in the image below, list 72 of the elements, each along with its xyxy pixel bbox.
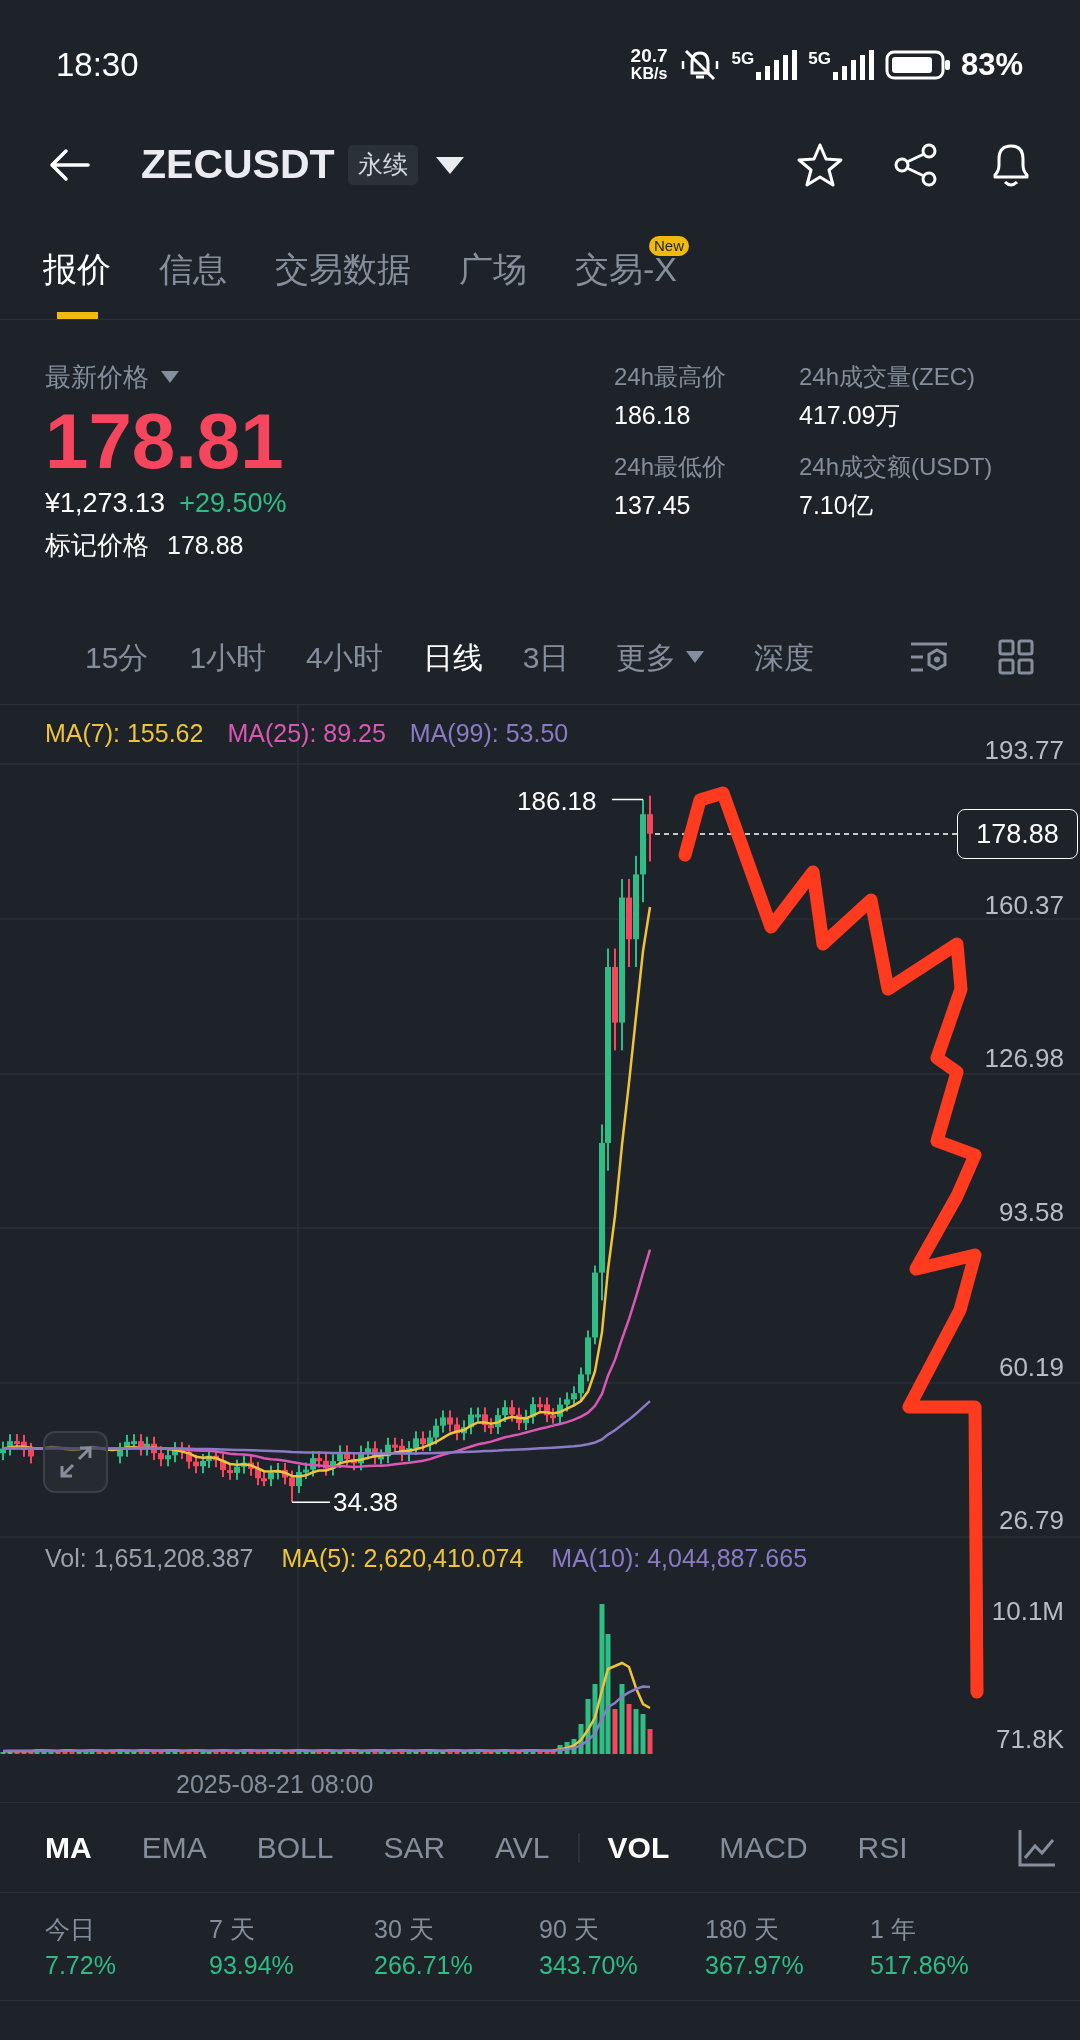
indicator-tab[interactable]: MA [45, 1825, 92, 1870]
indicator-tab[interactable]: MACD [719, 1825, 808, 1870]
price-label: 最新价格 [45, 362, 149, 392]
price-axis-label: 26.79 [998, 1505, 1064, 1535]
period-change: 93.94% [209, 1949, 295, 1980]
price-axis-label: 193.77 [984, 735, 1064, 765]
price-axis-label: 60.19 [998, 1352, 1064, 1382]
time-axis-label: 2025-08-21 08:00 [176, 1769, 374, 1799]
current-price-tag: 178.88 [957, 809, 1078, 859]
status-time: 18:30 [56, 45, 139, 86]
ma-legend: MA(99): 53.50 [409, 718, 569, 748]
stat-label: 24h成交额(USDT) [799, 452, 993, 482]
interval-tab[interactable]: 15分 [85, 634, 149, 680]
volume-legend: MA(10): 4,044,887.665 [551, 1543, 808, 1573]
high-price-label: 186.18 [517, 786, 597, 816]
battery-level: 83% [960, 45, 1023, 84]
ma-legend: MA(7): 155.62 [45, 718, 204, 748]
network-speed-unit: KB/s [630, 65, 668, 83]
interval-tab[interactable]: 深度 [754, 634, 815, 680]
interval-tab[interactable]: 1小时 [189, 634, 267, 680]
pair-title[interactable]: ZECUSDT [141, 134, 335, 196]
price-axis-label: 160.37 [984, 890, 1064, 920]
period-label: 1 年 [870, 1913, 917, 1944]
interval-tab[interactable]: 3日 [522, 634, 570, 680]
stat-value: 7.10亿 [799, 490, 874, 520]
mark-price-label: 标记价格 [45, 529, 149, 562]
network-type: 5G [731, 50, 755, 68]
indicator-tab[interactable]: EMA [141, 1825, 207, 1870]
network-speed: 20.7 [630, 47, 668, 65]
low-price-label: 34.38 [333, 1487, 399, 1517]
volume-legend: Vol: 1,651,208.387 [45, 1543, 254, 1573]
price-axis-label: 93.58 [998, 1197, 1064, 1227]
stat-label: 24h最高价 [614, 362, 728, 392]
volume-axis-label: 71.8K [996, 1724, 1064, 1754]
price-axis-label: 126.98 [984, 1043, 1064, 1073]
indicator-tab[interactable]: RSI [857, 1825, 908, 1870]
network-type: 5G [808, 50, 831, 68]
indicator-tab[interactable]: BOLL [256, 1825, 334, 1870]
fiat-price: ¥1,273.13 [45, 487, 166, 520]
last-price: 178.81 [45, 396, 285, 486]
ma-legend: MA(25): 89.25 [227, 718, 386, 748]
volume-axis-label: 10.1M [991, 1596, 1064, 1626]
period-label: 7 天 [209, 1913, 256, 1944]
stat-value: 186.18 [614, 400, 692, 430]
interval-tab[interactable]: 更多 [616, 634, 705, 680]
stat-label: 24h成交量(ZEC) [799, 362, 977, 392]
indicator-tab[interactable]: AVL [495, 1825, 550, 1870]
period-change: 367.97% [705, 1949, 805, 1980]
indicator-tab[interactable]: SAR [383, 1825, 446, 1870]
period-label: 今日 [45, 1913, 96, 1944]
stat-value: 417.09万 [799, 400, 902, 430]
indicator-tab[interactable]: VOL [607, 1825, 670, 1870]
tab[interactable]: 交易数据 [275, 200, 411, 319]
tab[interactable]: 信息 [159, 200, 227, 319]
period-label: 180 天 [705, 1913, 780, 1944]
interval-tab[interactable]: 4小时 [306, 634, 383, 680]
new-badge: New [649, 236, 689, 256]
period-change: 7.72% [45, 1949, 117, 1980]
period-change: 266.71% [374, 1949, 474, 1980]
tab[interactable]: 广场 [459, 200, 527, 319]
contract-badge: 永续 [347, 145, 418, 185]
period-label: 90 天 [539, 1913, 600, 1944]
mark-price: 178.88 [167, 530, 244, 561]
interval-tab[interactable]: 日线 [422, 634, 483, 680]
period-change: 517.86% [870, 1949, 970, 1980]
price-change: +29.50% [179, 487, 287, 520]
stat-value: 137.45 [614, 490, 692, 520]
volume-legend: MA(5): 2,620,410.074 [281, 1543, 524, 1573]
period-label: 30 天 [374, 1913, 435, 1944]
period-change: 343.70% [539, 1949, 639, 1980]
tab[interactable]: 报价 [43, 200, 111, 319]
stat-label: 24h最低价 [614, 452, 728, 482]
